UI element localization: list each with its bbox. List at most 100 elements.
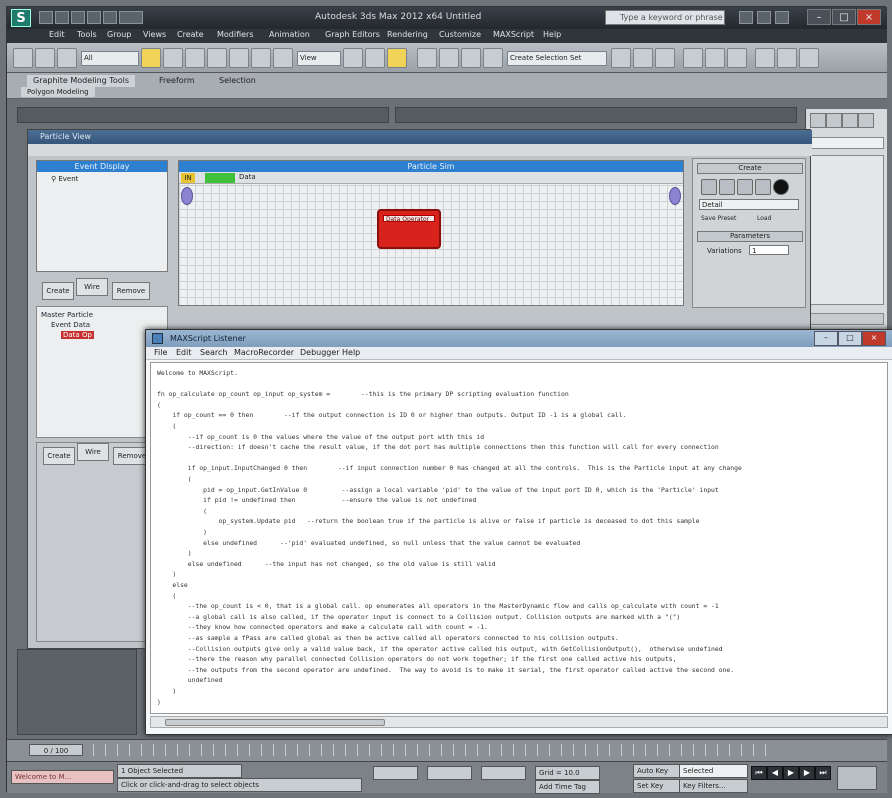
goto-end-icon[interactable]: ⏭ [815, 766, 831, 780]
new-icon[interactable] [39, 11, 53, 24]
select-by-name-icon[interactable] [163, 48, 183, 68]
listener-maximize-button[interactable]: □ [838, 331, 862, 346]
tab-graphite-modeling[interactable]: Graphite Modeling Tools [27, 75, 136, 87]
selection-filter-dropdown[interactable]: All [81, 51, 139, 66]
modify-panel-icon[interactable] [826, 113, 842, 128]
selected-dropdown[interactable]: Selected [679, 764, 748, 778]
save-preset-button[interactable]: Save Preset [701, 215, 736, 222]
wire-button[interactable]: Wire [76, 278, 108, 296]
ribbon-polygon-modeling[interactable]: Polygon Modeling [21, 87, 95, 97]
event-display-item[interactable]: ⚲ Event [51, 175, 78, 183]
menu-edit[interactable]: Edit [49, 30, 65, 39]
x-coordinate[interactable] [373, 766, 418, 780]
y-coordinate[interactable] [427, 766, 472, 780]
motion-panel-icon[interactable] [858, 113, 874, 128]
binoculars-icon[interactable] [739, 11, 753, 24]
close-button[interactable]: × [857, 9, 881, 25]
maximize-button[interactable]: □ [832, 9, 856, 25]
rendered-frame-icon[interactable] [777, 48, 797, 68]
rotate-icon[interactable] [251, 48, 271, 68]
listener-menu-help[interactable]: Help [342, 348, 360, 357]
wire-button-2[interactable]: Wire [77, 443, 109, 461]
angle-snap-icon[interactable] [417, 48, 437, 68]
scrollbar-thumb[interactable] [165, 719, 385, 726]
tab-selection[interactable]: Selection [213, 75, 262, 87]
timeline-ruler[interactable] [93, 744, 773, 756]
create-panel-icon[interactable] [810, 113, 826, 128]
particle-sim-grid[interactable]: Particle Sim IN Data Data Operator [178, 160, 684, 306]
star-icon[interactable] [757, 11, 771, 24]
detail-dropdown[interactable]: Detail [699, 199, 799, 210]
data-operator-node[interactable]: Data Operator [377, 209, 441, 249]
app-logo-icon[interactable]: S [11, 9, 31, 27]
command-panel-rollout[interactable] [810, 313, 884, 325]
undo-tool-icon[interactable] [13, 48, 33, 68]
tree-item-master[interactable]: Master Particle [41, 311, 93, 319]
listener-menu-edit[interactable]: Edit [176, 348, 192, 357]
redo-tool-icon[interactable] [35, 48, 55, 68]
horizontal-scrollbar[interactable] [150, 716, 888, 728]
create-rollout[interactable]: Create [697, 163, 803, 174]
variations-spinner[interactable]: 1 [749, 245, 789, 255]
goto-start-icon[interactable]: ⏮ [751, 766, 767, 780]
menu-tools[interactable]: Tools [77, 30, 97, 39]
set-key-button[interactable]: Set Key [633, 779, 682, 793]
next-frame-icon[interactable]: ▶ [799, 766, 815, 780]
viewport-top-left[interactable] [17, 107, 389, 123]
hierarchy-panel-icon[interactable] [842, 113, 858, 128]
add-time-tag[interactable]: Add Time Tag [535, 780, 600, 794]
create-button[interactable]: Create [42, 282, 74, 300]
operator-icon-c[interactable] [737, 179, 753, 195]
spinner-snap-icon[interactable] [461, 48, 481, 68]
modifier-stack[interactable] [810, 155, 884, 305]
viewport-top-right[interactable] [395, 107, 797, 123]
tree-item-event[interactable]: Event Data [51, 321, 90, 329]
menu-maxscript[interactable]: MAXScript [493, 30, 534, 39]
remove-button[interactable]: Remove [112, 282, 150, 300]
link-icon[interactable] [57, 48, 77, 68]
move-icon[interactable] [229, 48, 249, 68]
parameters-rollout[interactable]: Parameters [697, 231, 803, 242]
operator-icon-a[interactable] [701, 179, 717, 195]
schematic-view-icon[interactable] [705, 48, 725, 68]
load-button[interactable]: Load [757, 215, 771, 222]
operator-icon-d[interactable] [755, 179, 771, 195]
listener-menu-search[interactable]: Search [200, 348, 227, 357]
object-name-field[interactable] [810, 137, 884, 149]
search-input[interactable]: Type a keyword or phrase [605, 10, 725, 25]
operator-icon-b[interactable] [719, 179, 735, 195]
save-icon[interactable] [71, 11, 85, 24]
minimize-button[interactable]: – [807, 9, 831, 25]
layer-manager-icon[interactable] [655, 48, 675, 68]
listener-output-text[interactable]: Welcome to MAXScript. fn op_calculate op_… [150, 362, 888, 714]
curve-editor-icon[interactable] [683, 48, 703, 68]
create-button-2[interactable]: Create [43, 447, 75, 465]
window-crossing-icon[interactable] [207, 48, 227, 68]
viewport-bottom-left[interactable] [17, 649, 137, 735]
key-filters-button[interactable]: Key Filters... [679, 779, 748, 793]
project-folder-icon[interactable] [119, 11, 143, 24]
render-setup-icon[interactable] [755, 48, 775, 68]
menu-views[interactable]: Views [143, 30, 166, 39]
percent-snap-icon[interactable] [439, 48, 459, 68]
select-manipulate-icon[interactable] [365, 48, 385, 68]
listener-close-button[interactable]: × [862, 331, 886, 346]
menu-group[interactable]: Group [107, 30, 131, 39]
left-connector-icon[interactable] [181, 187, 193, 205]
play-icon[interactable]: ▶ [783, 766, 799, 780]
pivot-icon[interactable] [343, 48, 363, 68]
record-icon[interactable] [773, 179, 789, 195]
z-coordinate[interactable] [481, 766, 526, 780]
open-icon[interactable] [55, 11, 69, 24]
menu-create[interactable]: Create [177, 30, 204, 39]
named-selection-set-dropdown[interactable]: Create Selection Set [507, 51, 607, 66]
menu-modifiers[interactable]: Modifiers [217, 30, 254, 39]
mirror-icon[interactable] [611, 48, 631, 68]
undo-icon[interactable] [87, 11, 101, 24]
maxscript-mini-listener[interactable]: Welcome to M... [11, 770, 114, 784]
listener-minimize-button[interactable]: – [814, 331, 838, 346]
active-operator-chip[interactable] [205, 173, 235, 183]
scale-icon[interactable] [273, 48, 293, 68]
reference-coord-dropdown[interactable]: View [297, 51, 341, 66]
snaps-toggle-icon[interactable] [387, 48, 407, 68]
